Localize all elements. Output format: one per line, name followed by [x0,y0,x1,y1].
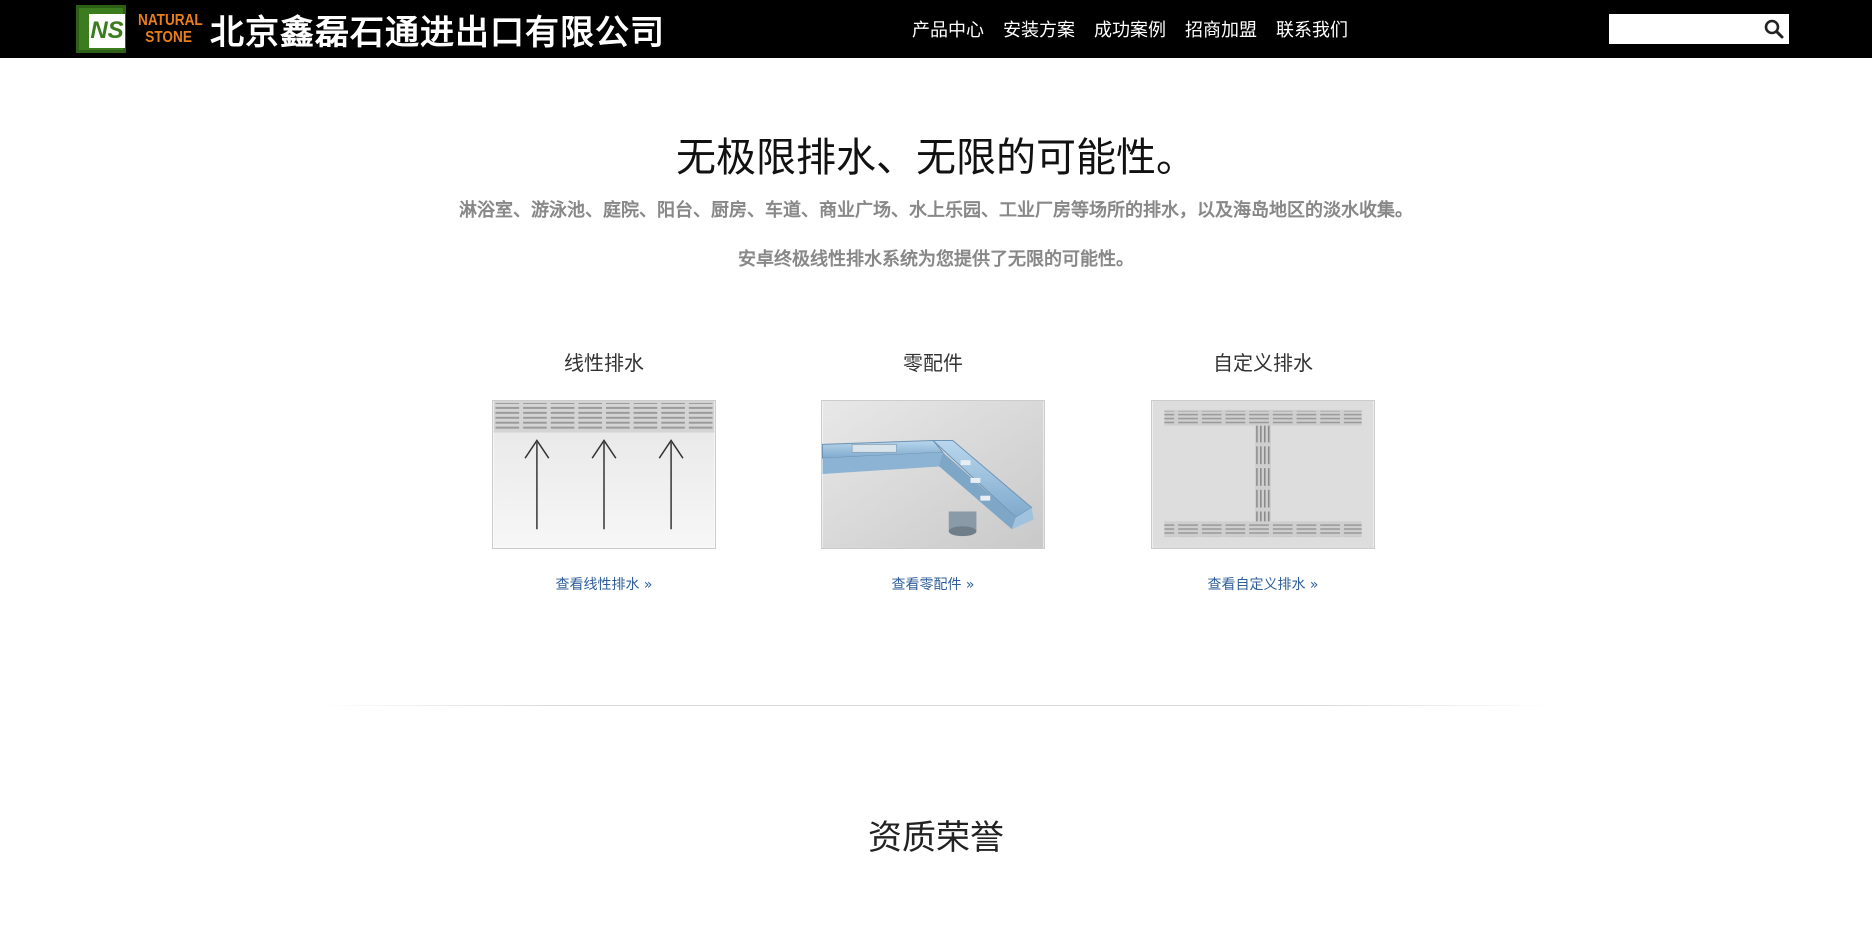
product-card-accessories: 零配件 查看零配件 » [821,346,1045,594]
view-custom-link[interactable]: 查看自定义排水 » [1207,574,1318,594]
product-card-linear: 线性排水 查看线性排水 » [492,346,716,594]
product-title-linear: 线性排水 [564,351,644,375]
product-card-custom: 自定义排水 查看自定义排水 » [1151,346,1375,594]
logo-en-line2: STONE [145,29,192,46]
custom-drain-image[interactable] [1151,400,1375,549]
logo-badge: NS [76,5,126,53]
nav-item-products[interactable]: 产品中心 [912,16,984,42]
top-bar: NS NATURAL STONE 北京鑫磊石通进出口有限公司 产品中心 安装方案… [0,0,1872,58]
nav-item-franchise[interactable]: 招商加盟 [1185,16,1257,42]
search-input[interactable] [1609,14,1759,44]
logo-en-line1: NATURAL [138,12,203,29]
view-linear-link[interactable]: 查看线性排水 » [555,574,652,594]
hero-tagline: 安卓终极线性排水系统为您提供了无限的可能性。 [738,249,1134,270]
hero-subtitle: 淋浴室、游泳池、庭院、阳台、厨房、车道、商业广场、水上乐园、工业厂房等场所的排水… [459,200,1413,221]
site-logo[interactable]: NS NATURAL STONE 北京鑫磊石通进出口有限公司 [76,5,665,53]
search-icon[interactable] [1763,18,1785,40]
view-accessories-link[interactable]: 查看零配件 » [891,574,974,594]
product-title-custom: 自定义排水 [1213,351,1313,375]
hero-title: 无极限排水、无限的可能性。 [676,135,1196,181]
main-nav: 产品中心 安装方案 成功案例 招商加盟 联系我们 [893,0,1348,58]
nav-item-contact[interactable]: 联系我们 [1276,16,1348,42]
product-title-accessories: 零配件 [903,351,963,375]
search-box [1609,14,1789,44]
honors-section-title: 资质荣誉 [868,818,1004,858]
nav-item-cases[interactable]: 成功案例 [1094,16,1166,42]
company-name: 北京鑫磊石通进出口有限公司 [210,12,665,53]
linear-drain-image[interactable] [492,400,716,549]
accessories-image[interactable] [821,400,1045,549]
logo-mark: NS [89,14,125,48]
section-divider [320,705,1552,706]
logo-english: NATURAL STONE [138,12,203,46]
nav-item-installation[interactable]: 安装方案 [1003,16,1075,42]
